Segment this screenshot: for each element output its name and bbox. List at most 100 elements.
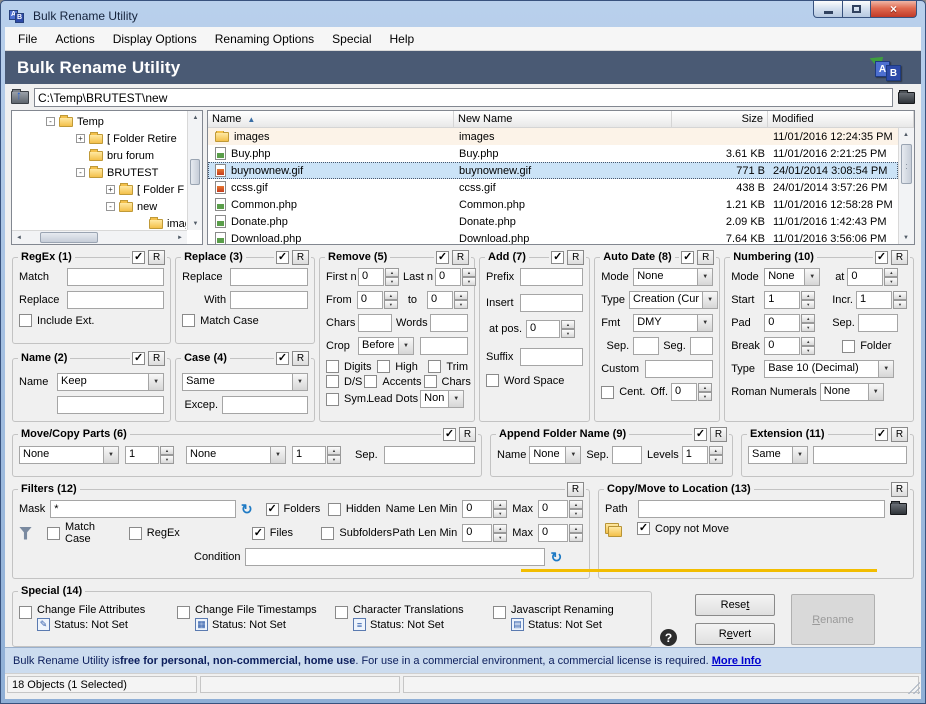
sym-checkbox[interactable]: Sym. (326, 393, 366, 406)
character-translations-checkbox[interactable] (335, 606, 348, 619)
move-copy-sep-input[interactable] (384, 446, 475, 464)
from-value[interactable]: 0 (357, 291, 383, 309)
parent-folder-icon[interactable] (11, 91, 29, 104)
regex-replace-input[interactable] (67, 291, 164, 309)
spinner-buttons[interactable] (462, 268, 476, 286)
scroll-right-icon[interactable]: ► (173, 231, 187, 244)
at-pos-value[interactable]: 0 (526, 320, 560, 338)
file-row[interactable]: Common.php Common.php 1.21 KB 11/01/2016… (208, 196, 898, 213)
mask-input[interactable] (50, 500, 236, 518)
start-spinner[interactable]: 1 (764, 291, 815, 309)
more-info-link[interactable]: More Info (712, 655, 762, 667)
checkbox[interactable] (601, 386, 614, 399)
browse-folder-icon[interactable] (890, 503, 907, 515)
add-reset-button[interactable]: R (567, 250, 584, 265)
move-copy-reset-button[interactable]: R (459, 427, 476, 442)
name-input[interactable] (57, 396, 164, 414)
insert-input[interactable] (520, 294, 583, 312)
scroll-up-icon[interactable]: ▲ (188, 111, 203, 124)
tree-collapse-icon[interactable]: - (76, 168, 85, 177)
words-input[interactable] (430, 314, 468, 332)
copy-move-reset-button[interactable]: R (891, 482, 908, 497)
chevron-down-icon[interactable] (804, 269, 819, 285)
at-pos-spinner[interactable]: 0 (526, 320, 575, 338)
folders-checkbox[interactable]: Folders (266, 503, 323, 516)
file-row[interactable]: images images 11/01/2016 12:24:35 PM (208, 128, 898, 145)
spinner-buttons[interactable] (327, 446, 341, 464)
minimize-button[interactable] (813, 1, 843, 18)
filters-reset-button[interactable]: R (567, 482, 584, 497)
chevron-down-icon[interactable] (697, 269, 712, 285)
extension-enabled-checkbox[interactable] (875, 428, 888, 441)
tree-collapse-icon[interactable]: - (46, 117, 55, 126)
date-type-dropdown[interactable]: Creation (Cur (629, 291, 718, 309)
prefix-input[interactable] (520, 268, 583, 286)
name-enabled-checkbox[interactable] (132, 352, 145, 365)
chevron-down-icon[interactable] (792, 447, 807, 463)
part2-count-spinner[interactable]: 1 (292, 446, 341, 464)
incr-value[interactable]: 1 (856, 291, 892, 309)
part1-count-spinner[interactable]: 1 (125, 446, 174, 464)
replace-reset-button[interactable]: R (292, 250, 309, 265)
off-spinner[interactable]: 0 (671, 383, 712, 401)
tree-item-folder-f[interactable]: +[ Folder F (12, 181, 186, 198)
spinner-buttons[interactable] (384, 291, 398, 309)
tree-item-bru-forum[interactable]: bru forum (12, 147, 186, 164)
lead-dots-dropdown[interactable]: Non (420, 390, 464, 408)
checkbox[interactable] (364, 375, 377, 388)
digits-checkbox[interactable]: Digits (326, 360, 375, 373)
numbering-mode-dropdown[interactable]: None (764, 268, 820, 286)
to-value[interactable]: 0 (427, 291, 453, 309)
condition-input[interactable] (245, 548, 545, 566)
menu-actions[interactable]: Actions (46, 28, 103, 50)
name-len-min-value[interactable]: 0 (462, 500, 492, 518)
file-row[interactable]: buynownew.gif buynownew.gif 771 B 24/01/… (208, 162, 898, 179)
chevron-down-icon[interactable] (878, 361, 893, 377)
first-n-value[interactable]: 0 (358, 268, 384, 286)
append-mode-dropdown[interactable]: None (529, 446, 581, 464)
extension-input[interactable] (813, 446, 907, 464)
tree-collapse-icon[interactable]: - (106, 202, 115, 211)
high-checkbox[interactable]: High (377, 360, 426, 373)
to-spinner[interactable]: 0 (427, 291, 468, 309)
case-mode-dropdown[interactable]: Same (182, 373, 308, 391)
change-file-timestamps-checkbox[interactable] (177, 606, 190, 619)
menu-display-options[interactable]: Display Options (104, 28, 206, 50)
tree-expand-icon[interactable]: + (76, 134, 85, 143)
regex-match-input[interactable] (67, 268, 164, 286)
column-header-modified[interactable]: Modified (768, 111, 914, 127)
append-sep-input[interactable] (612, 446, 642, 464)
menu-special[interactable]: Special (323, 28, 380, 50)
ds-checkbox[interactable]: D/S (326, 375, 362, 388)
spinner-buttons[interactable] (493, 524, 507, 542)
extension-mode-dropdown[interactable]: Same (748, 446, 808, 464)
checkbox[interactable] (266, 503, 279, 516)
chevron-down-icon[interactable] (868, 384, 883, 400)
files-checkbox[interactable]: Files (252, 527, 317, 540)
tree-horizontal-scrollbar[interactable]: ◄ ► (12, 230, 187, 244)
case-enabled-checkbox[interactable] (276, 352, 289, 365)
date-format-dropdown[interactable]: DMY (633, 314, 713, 332)
off-value[interactable]: 0 (671, 383, 697, 401)
chevron-down-icon[interactable] (448, 391, 463, 407)
numbering-type-dropdown[interactable]: Base 10 (Decimal) (764, 360, 894, 378)
spinner-buttons[interactable] (160, 446, 174, 464)
accents-checkbox[interactable]: Accents (364, 375, 421, 388)
file-row[interactable]: Download.php Download.php 7.64 KB 11/01/… (208, 230, 898, 244)
match-case-checkbox[interactable]: Match Case (182, 314, 259, 327)
checkbox[interactable] (19, 314, 32, 327)
append-folder-enabled-checkbox[interactable] (694, 428, 707, 441)
refresh-icon[interactable] (550, 550, 562, 564)
break-spinner[interactable]: 0 (764, 337, 815, 355)
date-sep-input[interactable] (633, 337, 659, 355)
checkbox[interactable] (47, 527, 60, 540)
first-n-spinner[interactable]: 0 (358, 268, 399, 286)
spinner-buttons[interactable] (801, 337, 815, 355)
tree-expand-icon[interactable]: + (106, 185, 115, 194)
remove-reset-button[interactable]: R (452, 250, 469, 265)
name-mode-dropdown[interactable]: Keep (57, 373, 164, 391)
chevron-down-icon[interactable] (103, 447, 118, 463)
checkbox[interactable] (842, 340, 855, 353)
crop-dropdown[interactable]: Before (358, 337, 414, 355)
case-reset-button[interactable]: R (292, 351, 309, 366)
